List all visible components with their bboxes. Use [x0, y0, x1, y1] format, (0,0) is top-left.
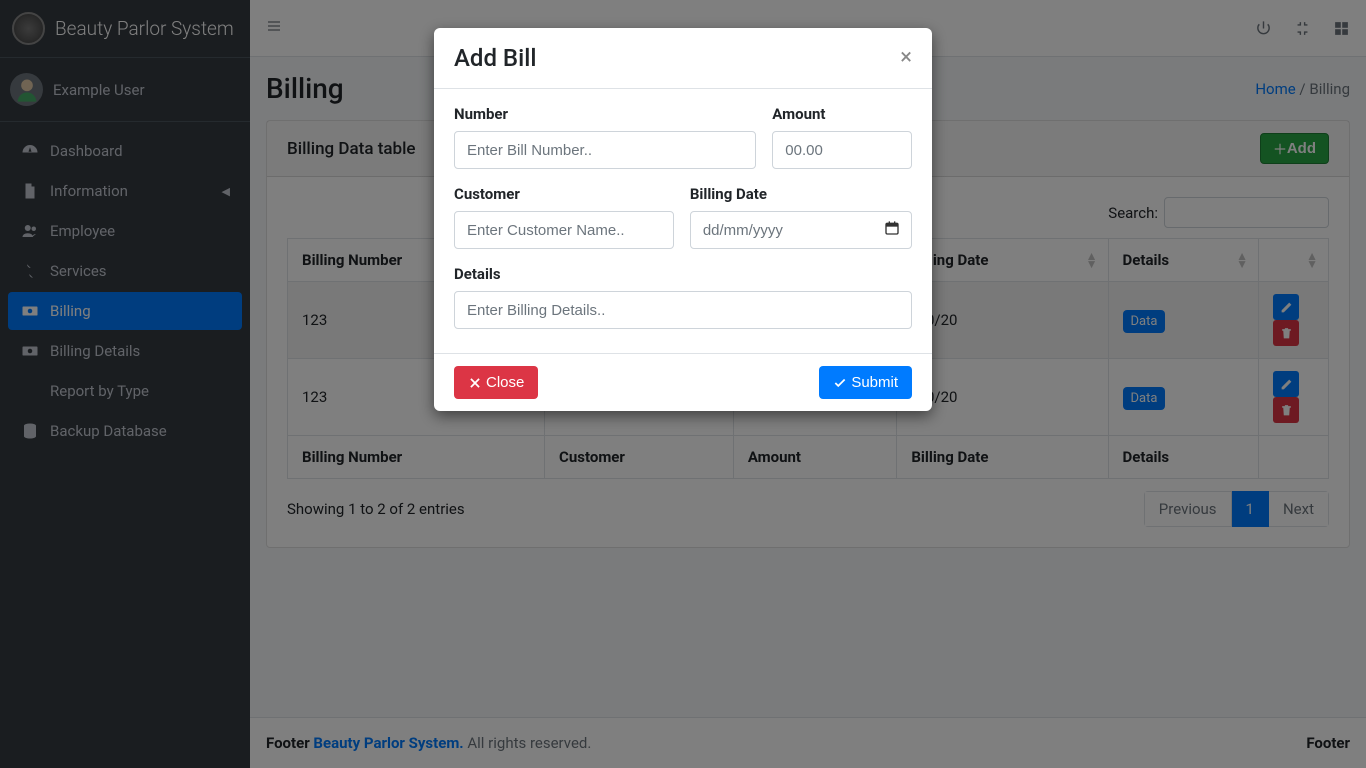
submit-button[interactable]: Submit	[819, 366, 912, 399]
details-input[interactable]	[454, 291, 912, 329]
close-icon[interactable]: ×	[900, 47, 912, 69]
details-label: Details	[454, 265, 912, 283]
number-label: Number	[454, 105, 756, 123]
add-bill-modal: Add Bill × Number Amount Customer	[434, 28, 932, 411]
number-input[interactable]	[454, 131, 756, 169]
customer-input[interactable]	[454, 211, 674, 249]
billing-date-input[interactable]	[690, 211, 912, 249]
modal-title: Add Bill	[454, 44, 536, 72]
amount-label: Amount	[772, 105, 912, 123]
customer-label: Customer	[454, 185, 674, 203]
close-button[interactable]: Close	[454, 366, 538, 399]
modal-backdrop[interactable]: Add Bill × Number Amount Customer	[0, 0, 1366, 768]
amount-input[interactable]	[772, 131, 912, 169]
billing-date-label: Billing Date	[690, 185, 912, 203]
